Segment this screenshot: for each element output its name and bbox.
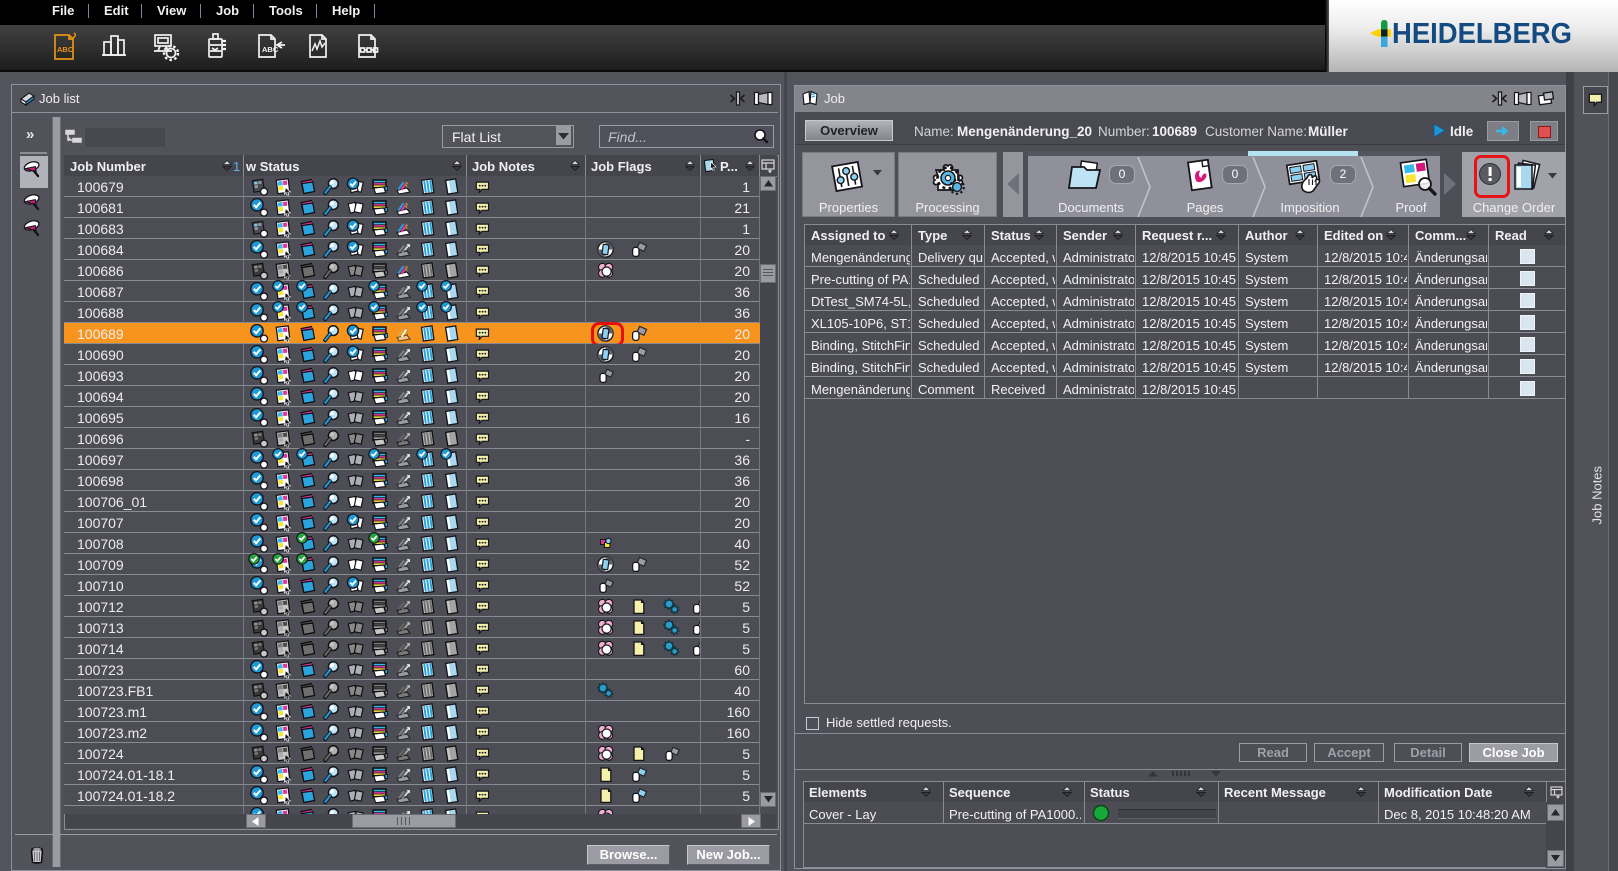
svg-text:HEIDELBERG: HEIDELBERG xyxy=(1392,18,1572,50)
svg-text:ABC: ABC xyxy=(57,45,74,54)
svg-text:ABC: ABC xyxy=(262,45,279,54)
